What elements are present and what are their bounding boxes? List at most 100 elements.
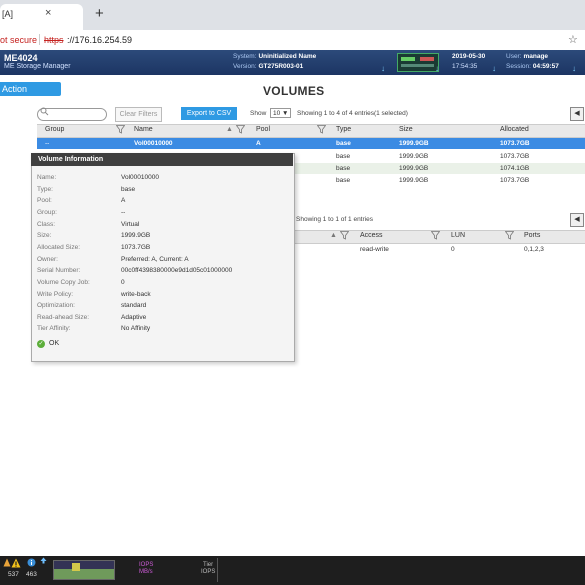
- user-value: manage: [523, 53, 549, 60]
- ok-status-text: OK: [49, 340, 60, 347]
- cell-allocated: 1073.7GB: [500, 140, 530, 147]
- entries-summary: Showing 1 to 4 of 4 entries(1 selected): [297, 110, 408, 117]
- enclosure-menu-arrow-icon[interactable]: ↓: [435, 64, 439, 73]
- table-row[interactable]: -- Vol00010000 A base 1999.9GB 1073.7GB: [37, 138, 585, 149]
- column-header-group[interactable]: Group: [45, 126, 64, 133]
- popup-field-value: Preferred: A, Current: A: [121, 256, 189, 263]
- url-text[interactable]: ://176.16.254.59: [67, 35, 132, 45]
- column-header-allocated[interactable]: Allocated: [500, 126, 529, 133]
- alert-count-warning: 537: [8, 571, 19, 578]
- filter-icon[interactable]: [115, 125, 126, 136]
- popup-field-value: write-back: [121, 291, 151, 298]
- address-separator: [39, 34, 40, 45]
- column-header-access[interactable]: Access: [360, 232, 383, 239]
- version-info: Version: GT275R003-01: [233, 63, 303, 70]
- popup-field-label: Tier Affinity:: [37, 325, 71, 332]
- sort-asc-icon[interactable]: ▲: [330, 232, 337, 239]
- activity-arrow-icon[interactable]: [40, 557, 47, 566]
- datetime-menu-arrow-icon[interactable]: ↓: [492, 64, 496, 73]
- mbs-label[interactable]: MB/s: [139, 569, 153, 575]
- cell-allocated: 1074.1GB: [500, 165, 530, 172]
- tier-label[interactable]: Tier: [203, 562, 213, 568]
- popup-field-label: Size:: [37, 232, 52, 239]
- cell-type: base: [336, 177, 351, 184]
- cell-ports: 0,1,2,3: [524, 246, 544, 253]
- table-row[interactable]: read-write 0 0,1,2,3: [293, 244, 585, 255]
- popup-field-value: A: [121, 197, 126, 204]
- popup-field-label: Name:: [37, 174, 57, 181]
- cell-size: 1999.9GB: [399, 140, 429, 147]
- user-info[interactable]: User: manage: [506, 53, 548, 60]
- cell-allocated: 1073.7GB: [500, 177, 530, 184]
- info-alert-icon[interactable]: [27, 558, 36, 569]
- popup-field-label: Pool:: [37, 197, 52, 204]
- cell-pool: A: [256, 140, 261, 147]
- column-header-type[interactable]: Type: [336, 126, 351, 133]
- tier-iops-label[interactable]: IOPS: [201, 569, 215, 575]
- ok-status-icon: ✓: [37, 340, 45, 348]
- action-button[interactable]: Action: [0, 82, 61, 96]
- column-header-lun[interactable]: LUN: [451, 232, 465, 239]
- popup-field-label: Type:: [37, 186, 53, 193]
- popup-title: Volume Information: [31, 153, 293, 166]
- collapse-panel-button[interactable]: ◀: [570, 107, 584, 121]
- url-scheme[interactable]: https: [44, 35, 64, 45]
- popup-field-value: 1999.9GB: [121, 232, 151, 239]
- mappings-entries-summary: Showing 1 to 1 of 1 entries: [296, 216, 373, 223]
- popup-field-value: Vol00010000: [121, 174, 159, 181]
- critical-alert-icon[interactable]: [3, 558, 11, 569]
- tab-close-icon[interactable]: ×: [45, 7, 51, 19]
- sort-asc-icon[interactable]: ▲: [226, 126, 233, 133]
- filter-icon[interactable]: [339, 231, 350, 242]
- filter-icon[interactable]: [504, 231, 515, 242]
- user-label: User:: [506, 53, 522, 60]
- session-label: Session:: [506, 63, 531, 70]
- popup-field-label: Class:: [37, 221, 56, 228]
- cell-allocated: 1073.7GB: [500, 153, 530, 160]
- status-divider: [217, 558, 218, 582]
- popup-field-value: --: [121, 209, 126, 216]
- column-header-name[interactable]: Name: [134, 126, 153, 133]
- cell-type: base: [336, 165, 351, 172]
- popup-field-value: Virtual: [121, 221, 140, 228]
- iops-label[interactable]: IOPS: [139, 562, 153, 568]
- cell-name: Vol00010000: [134, 140, 173, 147]
- popup-field-label: Read-ahead Size:: [37, 314, 90, 321]
- system-menu-arrow-icon[interactable]: ↓: [381, 64, 385, 73]
- browser-tab-strip: [0, 0, 585, 30]
- system-label: System:: [233, 53, 257, 60]
- user-menu-arrow-icon[interactable]: ↓: [572, 64, 576, 73]
- system-date: 2019-05-30: [452, 53, 486, 60]
- column-header-size[interactable]: Size: [399, 126, 413, 133]
- system-info[interactable]: System: Uninitialized Name: [233, 53, 316, 60]
- version-label: Version:: [233, 63, 257, 70]
- cell-access: read-write: [360, 246, 389, 253]
- export-csv-button[interactable]: Export to CSV: [181, 107, 237, 120]
- popup-field-label: Owner:: [37, 256, 58, 263]
- popup-field-value: Adaptive: [121, 314, 147, 321]
- product-model: ME4024: [4, 53, 38, 63]
- session-value: 04:59:57: [532, 63, 559, 70]
- warning-alert-icon[interactable]: [11, 558, 21, 570]
- new-tab-icon[interactable]: +: [95, 5, 104, 22]
- filter-icon[interactable]: [235, 125, 246, 136]
- page-size-select[interactable]: 10 ▼: [270, 108, 291, 118]
- capacity-graphic[interactable]: [53, 560, 115, 580]
- enclosure-graphic[interactable]: [397, 53, 439, 72]
- browser-tab-title: [A]: [2, 9, 14, 19]
- alert-count-info: 463: [26, 571, 37, 578]
- product-name: ME Storage Manager: [4, 63, 71, 70]
- popup-field-label: Group:: [37, 209, 57, 216]
- clear-filters-button[interactable]: Clear Filters: [115, 107, 162, 122]
- bookmark-star-icon[interactable]: ☆: [568, 33, 578, 46]
- page-title: VOLUMES: [263, 84, 325, 98]
- column-header-pool[interactable]: Pool: [256, 126, 270, 133]
- filter-icon[interactable]: [430, 231, 441, 242]
- system-time: 17:54:35: [452, 63, 478, 70]
- popup-field-label: Serial Number:: [37, 267, 81, 274]
- not-secure-label[interactable]: ot secure: [0, 35, 37, 45]
- collapse-panel-button[interactable]: ◀: [570, 213, 584, 227]
- column-header-ports[interactable]: Ports: [524, 232, 540, 239]
- filter-icon[interactable]: [316, 125, 327, 136]
- version-value: GT275R003-01: [258, 63, 304, 70]
